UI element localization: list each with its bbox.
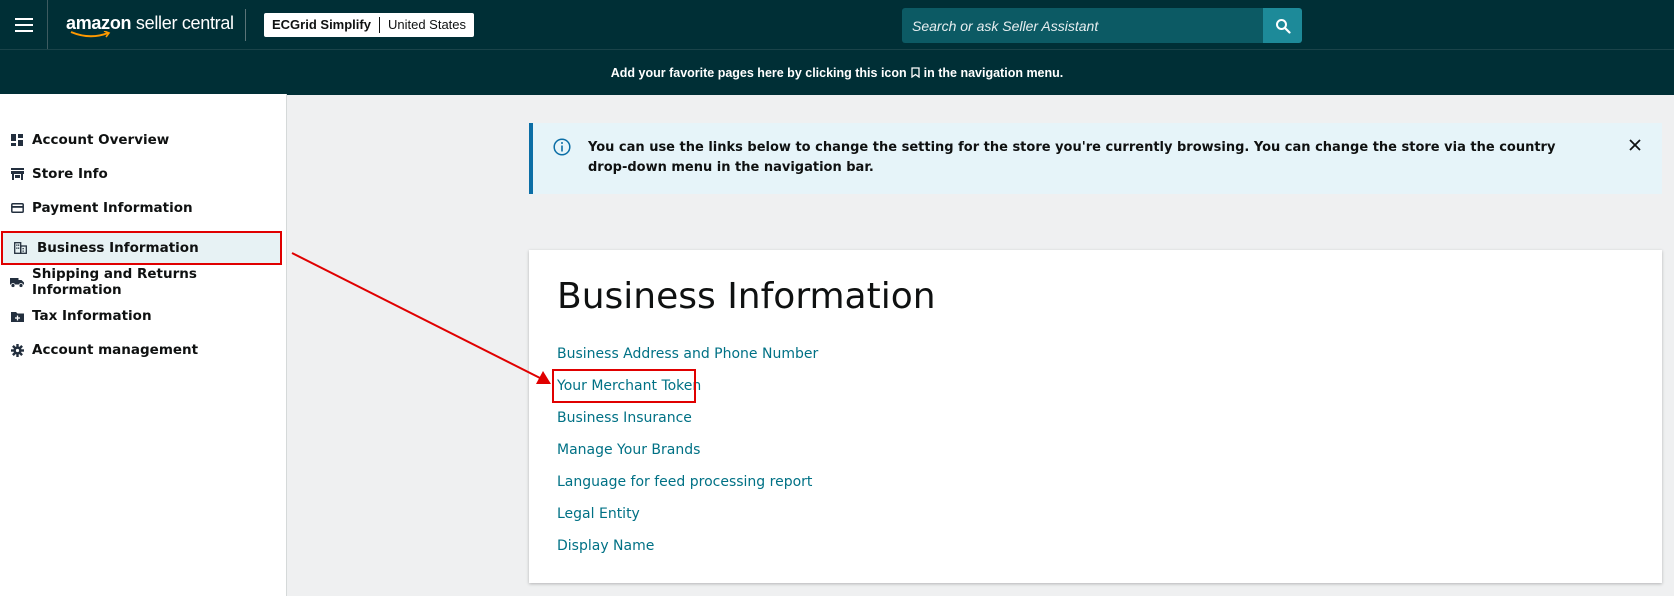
credit-card-icon xyxy=(10,201,24,215)
store-selector[interactable]: ECGrid Simplify United States xyxy=(264,12,475,37)
search-bar: Search or ask Seller Assistant xyxy=(902,8,1302,43)
sidebar-item-store-info[interactable]: Store Info xyxy=(0,157,286,191)
sidebar-item-payment-information[interactable]: Payment Information xyxy=(0,191,286,225)
amazon-seller-central-logo[interactable]: amazon seller central xyxy=(66,0,234,49)
search-button[interactable] xyxy=(1263,8,1302,43)
alert-message: You can use the links below to change th… xyxy=(588,140,1556,175)
search-icon xyxy=(1275,18,1291,34)
sidebar-item-tax-information[interactable]: Tax Information xyxy=(0,299,286,333)
store-icon xyxy=(10,167,24,181)
business-information-card: Business Information Business Address an… xyxy=(529,250,1662,583)
account-name: ECGrid Simplify xyxy=(272,17,371,32)
marketplace-name: United States xyxy=(387,17,467,32)
search-input[interactable]: Search or ask Seller Assistant xyxy=(902,8,1263,43)
link-legal-entity[interactable]: Legal Entity xyxy=(557,506,640,522)
merchant-token-highlight xyxy=(552,369,696,403)
hamburger-icon xyxy=(14,16,33,34)
favorites-bar: Add your favorite pages here by clicking… xyxy=(0,49,1674,95)
tax-folder-icon xyxy=(10,309,24,323)
link-feed-language[interactable]: Language for feed processing report xyxy=(557,474,812,490)
page-title: Business Information xyxy=(557,276,936,317)
gear-icon xyxy=(10,343,24,357)
dashboard-icon xyxy=(10,133,24,147)
info-alert: You can use the links below to change th… xyxy=(529,123,1662,194)
link-display-name[interactable]: Display Name xyxy=(557,538,654,554)
top-navigation-bar: amazon seller central ECGrid Simplify Un… xyxy=(0,0,1674,49)
close-icon[interactable] xyxy=(1628,138,1642,152)
menu-button[interactable] xyxy=(0,0,48,49)
link-manage-brands[interactable]: Manage Your Brands xyxy=(557,442,700,458)
amazon-smile-icon xyxy=(70,31,111,38)
header-divider xyxy=(245,8,246,41)
sidebar-item-business-information[interactable]: Business Information xyxy=(1,231,282,265)
bookmark-icon xyxy=(911,67,920,78)
link-business-address[interactable]: Business Address and Phone Number xyxy=(557,346,818,362)
sidebar-item-account-management[interactable]: Account management xyxy=(0,333,286,367)
truck-icon xyxy=(10,275,24,289)
sidebar-item-shipping-and-returns[interactable]: Shipping and Returns Information xyxy=(0,265,286,299)
link-business-insurance[interactable]: Business Insurance xyxy=(557,410,692,426)
sidebar-item-account-overview[interactable]: Account Overview xyxy=(0,123,286,157)
building-icon xyxy=(13,241,27,255)
settings-sidebar: Account Overview Store Info Payment Info… xyxy=(0,94,287,596)
info-icon xyxy=(553,138,571,156)
